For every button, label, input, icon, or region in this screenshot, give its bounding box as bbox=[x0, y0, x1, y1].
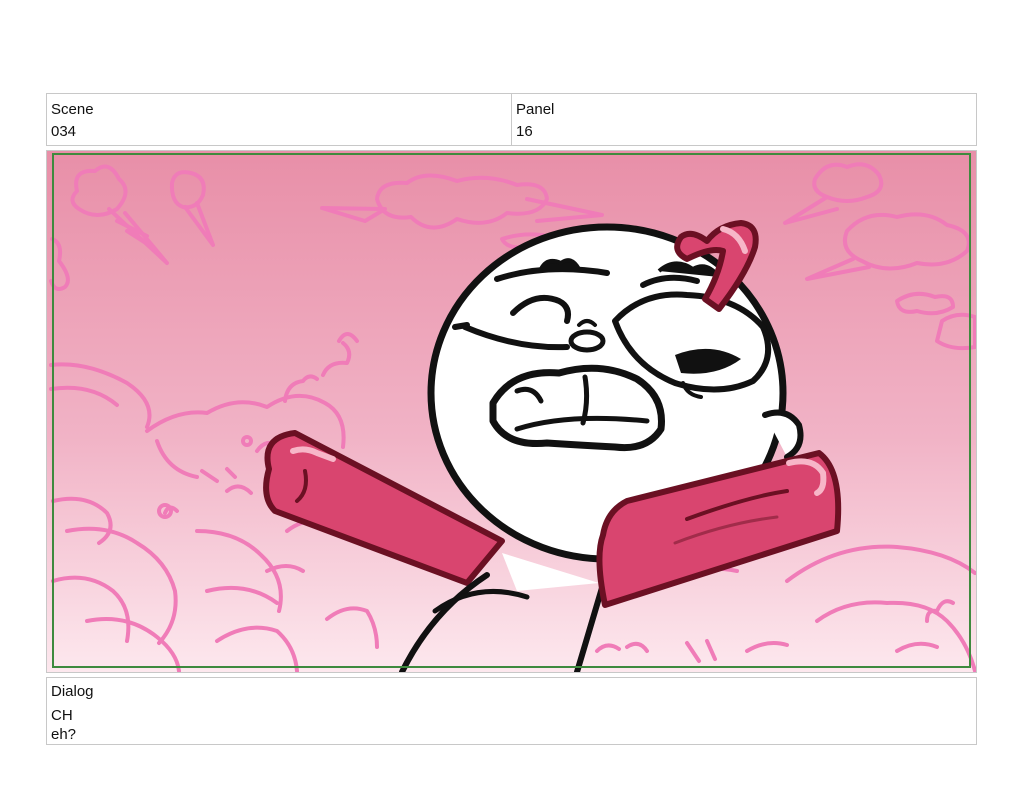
panel-label: Panel bbox=[516, 101, 555, 118]
scene-label: Scene bbox=[51, 101, 94, 118]
dialog-line: eh? bbox=[51, 726, 77, 743]
storyboard-drawing bbox=[47, 151, 976, 672]
scene-panel-header: Scene 034 Panel 16 bbox=[46, 93, 977, 146]
dialog-speaker: CH bbox=[51, 707, 73, 724]
scene-value: 034 bbox=[51, 123, 77, 140]
scene-cell: Scene 034 bbox=[47, 94, 511, 145]
dialog-label: Dialog bbox=[51, 683, 94, 700]
dialog-section: Dialog CH eh? bbox=[46, 677, 977, 745]
storyboard-frame bbox=[46, 150, 977, 673]
panel-value: 16 bbox=[516, 123, 533, 140]
panel-cell: Panel 16 bbox=[511, 94, 976, 145]
